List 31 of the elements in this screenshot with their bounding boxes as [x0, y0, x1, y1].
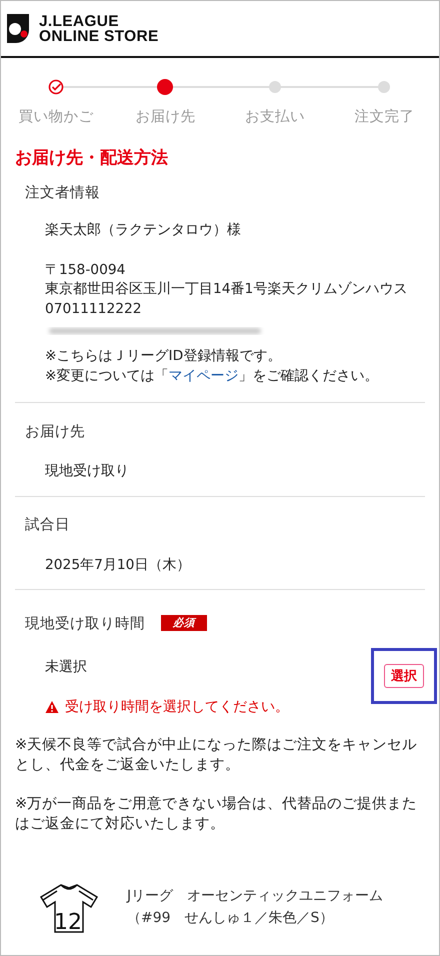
- my-page-link[interactable]: マイページ: [168, 368, 239, 384]
- product-name: Jリーグ オーセンティックユニフォーム: [127, 887, 384, 906]
- step-label: 注文完了: [354, 108, 414, 126]
- section-value: 2025年7月10日（木）: [44, 556, 192, 574]
- shirt-icon: 12: [39, 883, 99, 933]
- section-heading: 試合日: [25, 516, 71, 535]
- address-line: 〒158-0094: [45, 260, 126, 280]
- product-variant: （#99 せんしゅ１／朱色／S）: [127, 909, 334, 928]
- address-line: 東京都世田谷区玉川一丁目14番1号楽天クリムゾンハウス: [45, 280, 408, 299]
- notice-text: ※天候不良等で試合が中止になった際はご注文をキャンセルとし、代金をご返金いたします。: [15, 736, 418, 775]
- note-text: ※変更については「マイページ」をご確認ください。: [45, 366, 380, 386]
- step-label: お支払い: [244, 108, 305, 126]
- address-line: 07011112222: [45, 300, 143, 318]
- section-value: 現地受け取り: [44, 462, 130, 481]
- logo-text: J.LEAGUE: [39, 14, 120, 28]
- step-label: 買い物かご: [18, 108, 94, 126]
- customer-name: 楽天太郎（ラクテンタロウ）様: [45, 221, 242, 240]
- section-value: 未選択: [45, 658, 88, 677]
- error-message: 受け取り時間を選択してください。: [65, 698, 289, 716]
- select-button[interactable]: 選択: [384, 664, 424, 688]
- warning-icon: [45, 700, 59, 714]
- section-heading: 注文者情報: [25, 184, 101, 202]
- logo-text: ONLINE STORE: [39, 28, 159, 44]
- section-heading: 現地受け取り時間: [25, 614, 145, 632]
- note-text: ※こちらはＪリーグID登録情報です。: [45, 347, 282, 366]
- required-badge: 必須: [161, 615, 207, 631]
- notice-text: ※万が一商品をご用意できない場合は、代替品のご提供またはご返金にて対応いたします。: [15, 794, 418, 834]
- logo-icon: [7, 14, 31, 43]
- section-heading: お届け先: [25, 422, 86, 442]
- page-title: お届け先・配送方法: [15, 147, 169, 169]
- step-label: お届け先: [135, 108, 196, 126]
